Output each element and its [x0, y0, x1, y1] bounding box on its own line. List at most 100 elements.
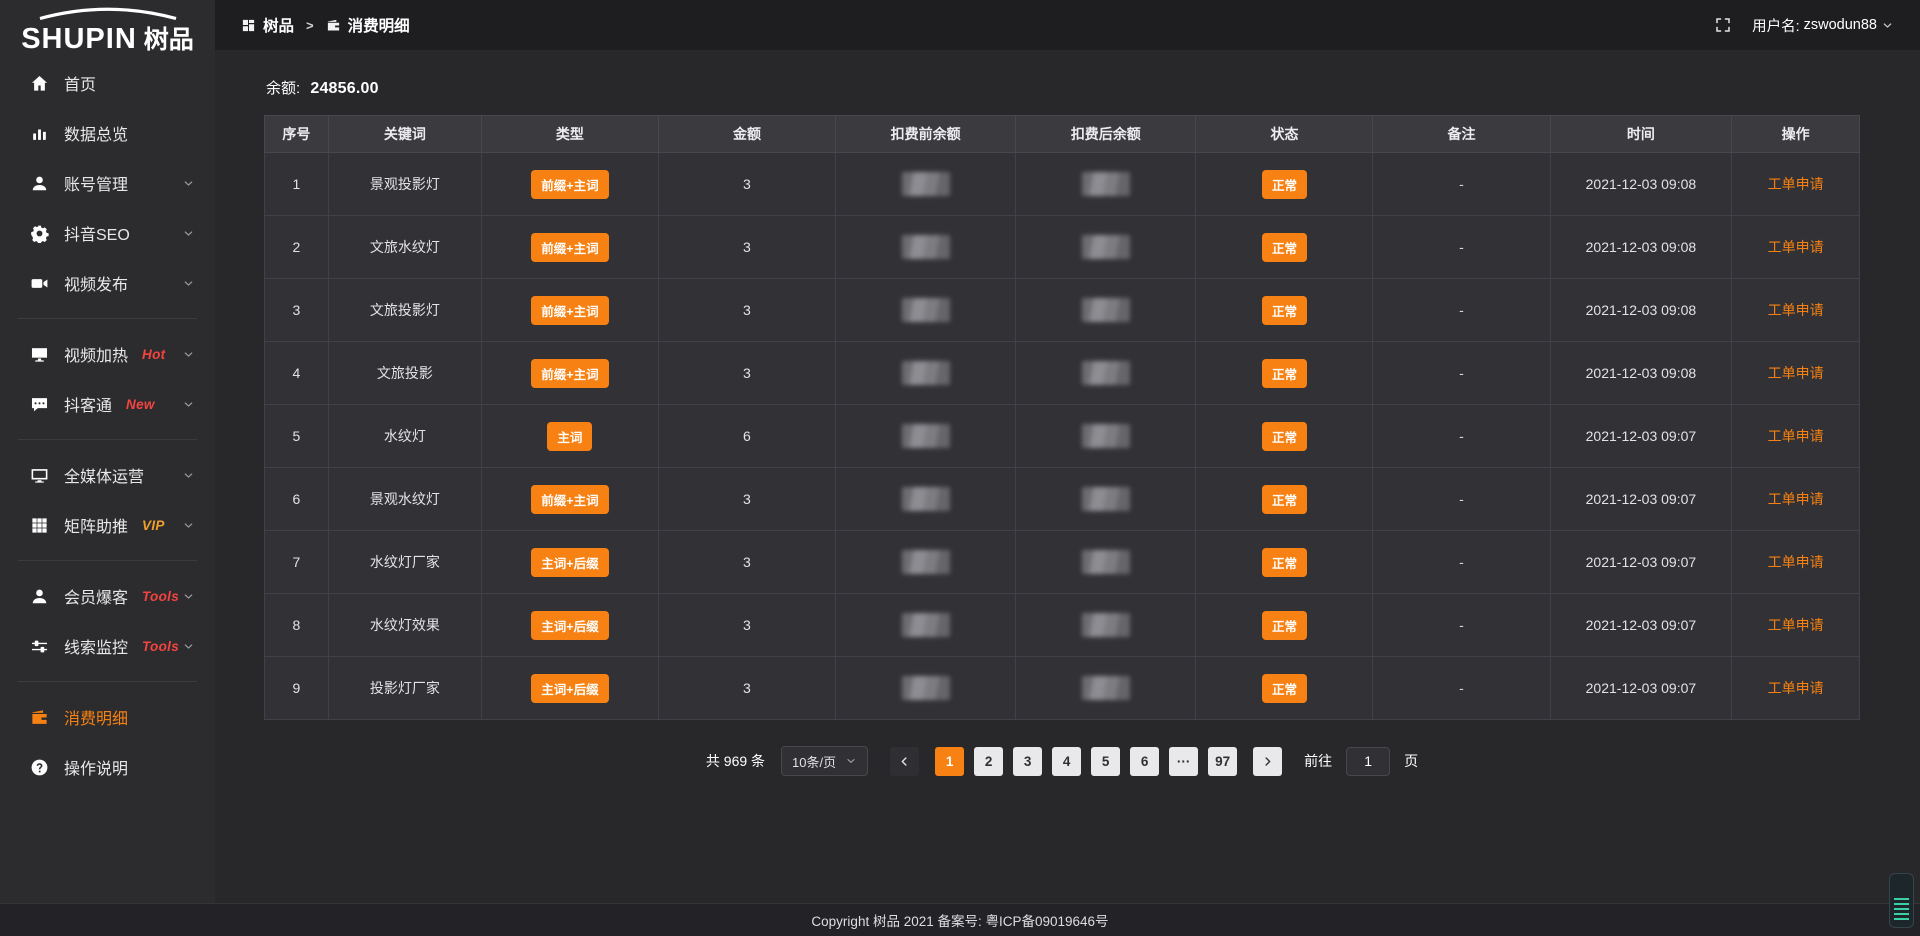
wallet-icon	[326, 18, 341, 33]
sidebar-item-clue-monitor[interactable]: 线索监控 Tools	[0, 621, 215, 671]
sidebar-item-video-publish[interactable]: 视频发布	[0, 258, 215, 308]
page-button-4[interactable]: 4	[1052, 747, 1081, 776]
redacted-value	[1082, 172, 1130, 196]
cell-type: 前缀+主词	[481, 216, 658, 279]
cell-action: 工单申请	[1732, 657, 1860, 720]
redacted-value	[1082, 298, 1130, 322]
footer: Copyright 树品 2021 备案号: 粤ICP备09019646号	[0, 903, 1920, 936]
screen-icon	[30, 345, 49, 364]
sidebar-item-guide[interactable]: 操作说明	[0, 742, 215, 792]
sidebar-item-tag: New	[126, 397, 155, 412]
sidebar-item-account[interactable]: 账号管理	[0, 158, 215, 208]
page-button-5[interactable]: 5	[1091, 747, 1120, 776]
cell-balance-before	[835, 405, 1015, 468]
brand-logo[interactable]: SHUPIN 树品	[0, 0, 215, 56]
page-button-1[interactable]: 1	[935, 747, 964, 776]
gear-icon	[30, 224, 49, 243]
arrow-left-icon	[898, 755, 911, 768]
cell-balance-after	[1016, 216, 1196, 279]
status-badge: 正常	[1262, 233, 1307, 262]
cell-time: 2021-12-03 09:08	[1550, 216, 1732, 279]
sidebar-item-video-heat[interactable]: 视频加热 Hot	[0, 329, 215, 379]
cell-index: 4	[265, 342, 329, 405]
next-page-button[interactable]	[1253, 747, 1282, 776]
sidebar-item-member-burst[interactable]: 会员爆客 Tools	[0, 571, 215, 621]
topbar: 树品 > 消费明细 用户名: zswodun88	[215, 0, 1920, 50]
status-badge: 正常	[1262, 359, 1307, 388]
cell-keyword: 水纹灯厂家	[328, 531, 481, 594]
work-order-link[interactable]: 工单申请	[1768, 680, 1824, 696]
chevron-down-icon	[182, 227, 195, 240]
page-size-select[interactable]: 10条/页	[781, 746, 868, 776]
prev-page-button[interactable]	[890, 747, 919, 776]
sidebar-item-matrix-boost[interactable]: 矩阵助推 VIP	[0, 500, 215, 550]
breadcrumb: 树品 > 消费明细	[241, 14, 410, 36]
breadcrumb-item[interactable]: 消费明细	[326, 14, 410, 36]
username-menu[interactable]: 用户名: zswodun88	[1752, 15, 1894, 36]
column-header: 关键词	[328, 116, 481, 153]
cell-index: 1	[265, 153, 329, 216]
cell-balance-after	[1016, 594, 1196, 657]
cell-time: 2021-12-03 09:07	[1550, 468, 1732, 531]
cell-amount: 3	[658, 216, 835, 279]
cell-keyword: 文旅水纹灯	[328, 216, 481, 279]
goto-label: 前往	[1304, 751, 1332, 771]
cell-action: 工单申请	[1732, 153, 1860, 216]
fullscreen-icon[interactable]	[1714, 16, 1732, 34]
sidebar-item-douyin-seo[interactable]: 抖音SEO	[0, 208, 215, 258]
cell-balance-before	[835, 153, 1015, 216]
cell-remark: -	[1373, 594, 1550, 657]
page-button-2[interactable]: 2	[974, 747, 1003, 776]
consumption-table: 序号关键词类型金额扣费前余额扣费后余额状态备注时间操作 1 景观投影灯 前缀+主…	[264, 115, 1860, 720]
cell-balance-before	[835, 531, 1015, 594]
chevron-down-icon	[182, 348, 195, 361]
work-order-link[interactable]: 工单申请	[1768, 239, 1824, 255]
page-button-6[interactable]: 6	[1130, 747, 1159, 776]
type-badge: 主词+后缀	[531, 548, 608, 577]
sidebar-item-home[interactable]: 首页	[0, 58, 215, 108]
redacted-value	[1082, 676, 1130, 700]
sidebar-item-data-overview[interactable]: 数据总览	[0, 108, 215, 158]
work-order-link[interactable]: 工单申请	[1768, 176, 1824, 192]
page-button-3[interactable]: 3	[1013, 747, 1042, 776]
cell-amount: 6	[658, 405, 835, 468]
side-widget[interactable]	[1889, 873, 1914, 928]
cell-type: 主词+后缀	[481, 594, 658, 657]
menu-divider	[18, 681, 197, 682]
type-badge: 前缀+主词	[531, 233, 608, 262]
sidebar-item-consumption[interactable]: 消费明细	[0, 692, 215, 742]
cell-action: 工单申请	[1732, 279, 1860, 342]
sliders-icon	[30, 637, 49, 656]
goto-page-input[interactable]	[1346, 747, 1390, 776]
cell-balance-before	[835, 279, 1015, 342]
work-order-link[interactable]: 工单申请	[1768, 428, 1824, 444]
sidebar-item-label: 抖音SEO	[64, 221, 130, 245]
table-row: 8 水纹灯效果 主词+后缀 3 正常 - 2021-12-03 09:07 工单…	[265, 594, 1860, 657]
menu-divider	[18, 560, 197, 561]
work-order-link[interactable]: 工单申请	[1768, 302, 1824, 318]
redacted-value	[902, 298, 950, 322]
cell-balance-after	[1016, 531, 1196, 594]
breadcrumb-item[interactable]: 树品	[241, 14, 294, 36]
sidebar-item-label: 抖客通	[64, 392, 112, 416]
column-header: 扣费后余额	[1016, 116, 1196, 153]
work-order-link[interactable]: 工单申请	[1768, 365, 1824, 381]
cell-type: 前缀+主词	[481, 153, 658, 216]
redacted-value	[902, 487, 950, 511]
cell-keyword: 投影灯厂家	[328, 657, 481, 720]
sidebar-item-media-ops[interactable]: 全媒体运营	[0, 450, 215, 500]
cell-amount: 3	[658, 153, 835, 216]
monitor-icon	[30, 466, 49, 485]
page-more-button[interactable]: ···	[1169, 747, 1198, 776]
cell-index: 8	[265, 594, 329, 657]
cell-balance-before	[835, 468, 1015, 531]
work-order-link[interactable]: 工单申请	[1768, 617, 1824, 633]
work-order-link[interactable]: 工单申请	[1768, 491, 1824, 507]
redacted-value	[1082, 550, 1130, 574]
sidebar-item-douketong[interactable]: 抖客通 New	[0, 379, 215, 429]
page-button-97[interactable]: 97	[1208, 747, 1237, 776]
sidebar-item-label: 账号管理	[64, 171, 128, 195]
chat-icon	[30, 395, 49, 414]
cell-status: 正常	[1196, 279, 1373, 342]
work-order-link[interactable]: 工单申请	[1768, 554, 1824, 570]
